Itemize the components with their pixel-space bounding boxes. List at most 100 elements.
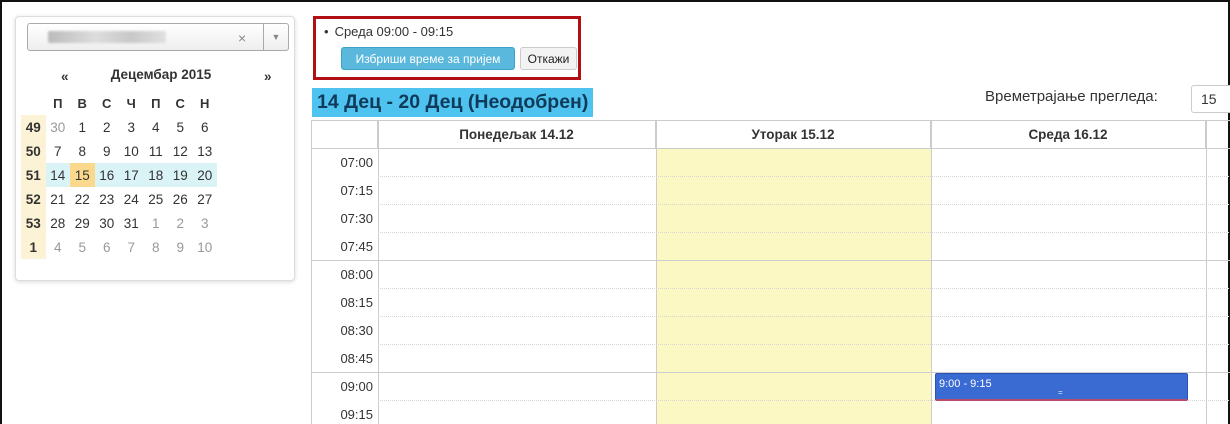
grid-vline: [931, 121, 932, 424]
weekday-header: С: [102, 95, 112, 111]
calendar-day[interactable]: 31: [119, 211, 144, 235]
calendar-day[interactable]: 5: [168, 115, 193, 139]
calendar-day[interactable]: 1: [70, 115, 95, 139]
calendar-day[interactable]: 19: [168, 163, 193, 187]
calendar-day[interactable]: 8: [70, 139, 95, 163]
popup-slot-text: Среда 09:00 - 09:15: [334, 24, 454, 39]
week-number: 51: [21, 163, 46, 187]
time-label: 07:15: [340, 183, 373, 198]
day-header-monday[interactable]: Понедељак 14.12: [378, 121, 656, 148]
duration-input[interactable]: 15: [1191, 85, 1230, 113]
calendar-day[interactable]: 2: [168, 211, 193, 235]
calendar-day[interactable]: 22: [70, 187, 95, 211]
calendar-day[interactable]: 29: [70, 211, 95, 235]
calendar-day[interactable]: 18: [143, 163, 168, 187]
time-label: 07:30: [340, 211, 373, 226]
calendar-day[interactable]: 24: [119, 187, 144, 211]
calendar-day[interactable]: 20: [192, 163, 217, 187]
calendar-day[interactable]: 26: [168, 187, 193, 211]
delete-slot-button[interactable]: Избриши време за пријем: [341, 47, 515, 70]
week-number: 52: [21, 187, 46, 211]
calendar-day[interactable]: 10: [193, 235, 218, 259]
month-title[interactable]: Децембар 2015: [96, 67, 226, 82]
grid-hline-dotted: [378, 316, 1230, 317]
day-header-next[interactable]: [1206, 121, 1230, 148]
prev-month-button[interactable]: «: [61, 69, 69, 84]
grid-hline-dotted: [378, 176, 1230, 177]
appointment-event[interactable]: 9:00 - 9:15 =: [935, 373, 1188, 401]
week-number: 53: [21, 211, 46, 235]
time-label: 09:00: [340, 379, 373, 394]
chevron-down-icon[interactable]: ▼: [263, 24, 288, 50]
grid-hline: [312, 148, 1230, 149]
calendar-day[interactable]: 27: [193, 187, 218, 211]
time-label: 07:45: [340, 239, 373, 254]
day-header-wednesday[interactable]: Среда 16.12: [931, 121, 1206, 148]
calendar-day[interactable]: 30: [95, 211, 120, 235]
calendar-day[interactable]: 10: [119, 139, 144, 163]
weekday-header: Н: [200, 95, 210, 111]
week-number: 1: [21, 235, 46, 259]
calendar-header: « Децембар 2015 »: [56, 67, 286, 87]
calendar-day[interactable]: 6: [95, 235, 120, 259]
calendar-day[interactable]: 6: [193, 115, 218, 139]
calendar-day[interactable]: 23: [95, 187, 120, 211]
calendar-day[interactable]: 3: [119, 115, 144, 139]
day-header-tuesday[interactable]: Уторак 15.12: [656, 121, 931, 148]
calendar-day[interactable]: 13: [193, 139, 218, 163]
calendar-day[interactable]: 1: [144, 211, 169, 235]
calendar-day[interactable]: 11: [144, 139, 169, 163]
grid-vline: [656, 121, 657, 424]
calendar-day[interactable]: 12: [168, 139, 193, 163]
popup-slot-line: • Среда 09:00 - 09:15: [324, 24, 453, 39]
calendar-day[interactable]: 30: [46, 115, 71, 139]
time-label: 09:15: [340, 407, 373, 422]
calendar-day[interactable]: 28: [46, 211, 71, 235]
calendar-day[interactable]: 4: [46, 235, 71, 259]
weeknum-corner: [21, 91, 46, 115]
clear-icon[interactable]: ×: [238, 30, 246, 46]
weekday-row: П В С Ч П С Н: [21, 91, 217, 115]
calendar-day[interactable]: 4: [144, 115, 169, 139]
calendar-week-row: 49 30 1 2 3 4 5 6: [21, 115, 217, 139]
schedule-grid: Понедељак 14.12 Уторак 15.12 Среда 16.12…: [311, 120, 1230, 424]
calendar-day[interactable]: 7: [46, 139, 71, 163]
calendar-day[interactable]: 7: [119, 235, 144, 259]
event-time-label: 9:00 - 9:15: [939, 378, 992, 390]
calendar-day[interactable]: 17: [119, 163, 144, 187]
next-month-button[interactable]: »: [264, 69, 272, 84]
weekday-header: С: [175, 95, 185, 111]
week-title: 14 Дец - 20 Дец (Неодобрен): [312, 88, 594, 117]
calendar-day[interactable]: 21: [46, 187, 71, 211]
select-value-blurred: [48, 31, 166, 43]
time-column-header: [312, 121, 378, 148]
grid-vline: [1206, 121, 1207, 424]
weekday-header: П: [151, 95, 161, 111]
calendar-week-row: 50 7 8 9 10 11 12 13: [21, 139, 217, 163]
calendar-day[interactable]: 9: [168, 235, 193, 259]
time-label: 08:15: [340, 295, 373, 310]
resize-handle[interactable]: =: [1058, 388, 1063, 397]
calendar-day[interactable]: 16: [94, 163, 119, 187]
time-label: 08:30: [340, 323, 373, 338]
calendar-day[interactable]: 8: [144, 235, 169, 259]
calendar-day[interactable]: 25: [144, 187, 169, 211]
slot-popup: • Среда 09:00 - 09:15 Избриши време за пр…: [313, 16, 581, 80]
bullet-icon: •: [324, 24, 329, 39]
calendar-day[interactable]: 2: [95, 115, 120, 139]
weekday-header: В: [77, 95, 87, 111]
calendar-day[interactable]: 3: [193, 211, 218, 235]
week-number: 49: [21, 115, 46, 139]
cancel-button[interactable]: Откажи: [520, 47, 577, 70]
calendar-day[interactable]: 5: [70, 235, 95, 259]
calendar-day[interactable]: 9: [95, 139, 120, 163]
grid-hline-dotted: [378, 204, 1230, 205]
grid-hline-dotted: [378, 344, 1230, 345]
calendar-day[interactable]: 14: [45, 163, 70, 187]
calendar-week-row-selected: 51 14 15 16 17 18 19 20: [21, 163, 217, 187]
time-label: 07:00: [340, 155, 373, 170]
duration-label: Времетрајање прегледа:: [985, 88, 1158, 105]
calendar-day-today[interactable]: 15: [70, 163, 95, 187]
grid-vline: [378, 121, 379, 424]
doctor-select[interactable]: × ▼: [27, 23, 289, 51]
